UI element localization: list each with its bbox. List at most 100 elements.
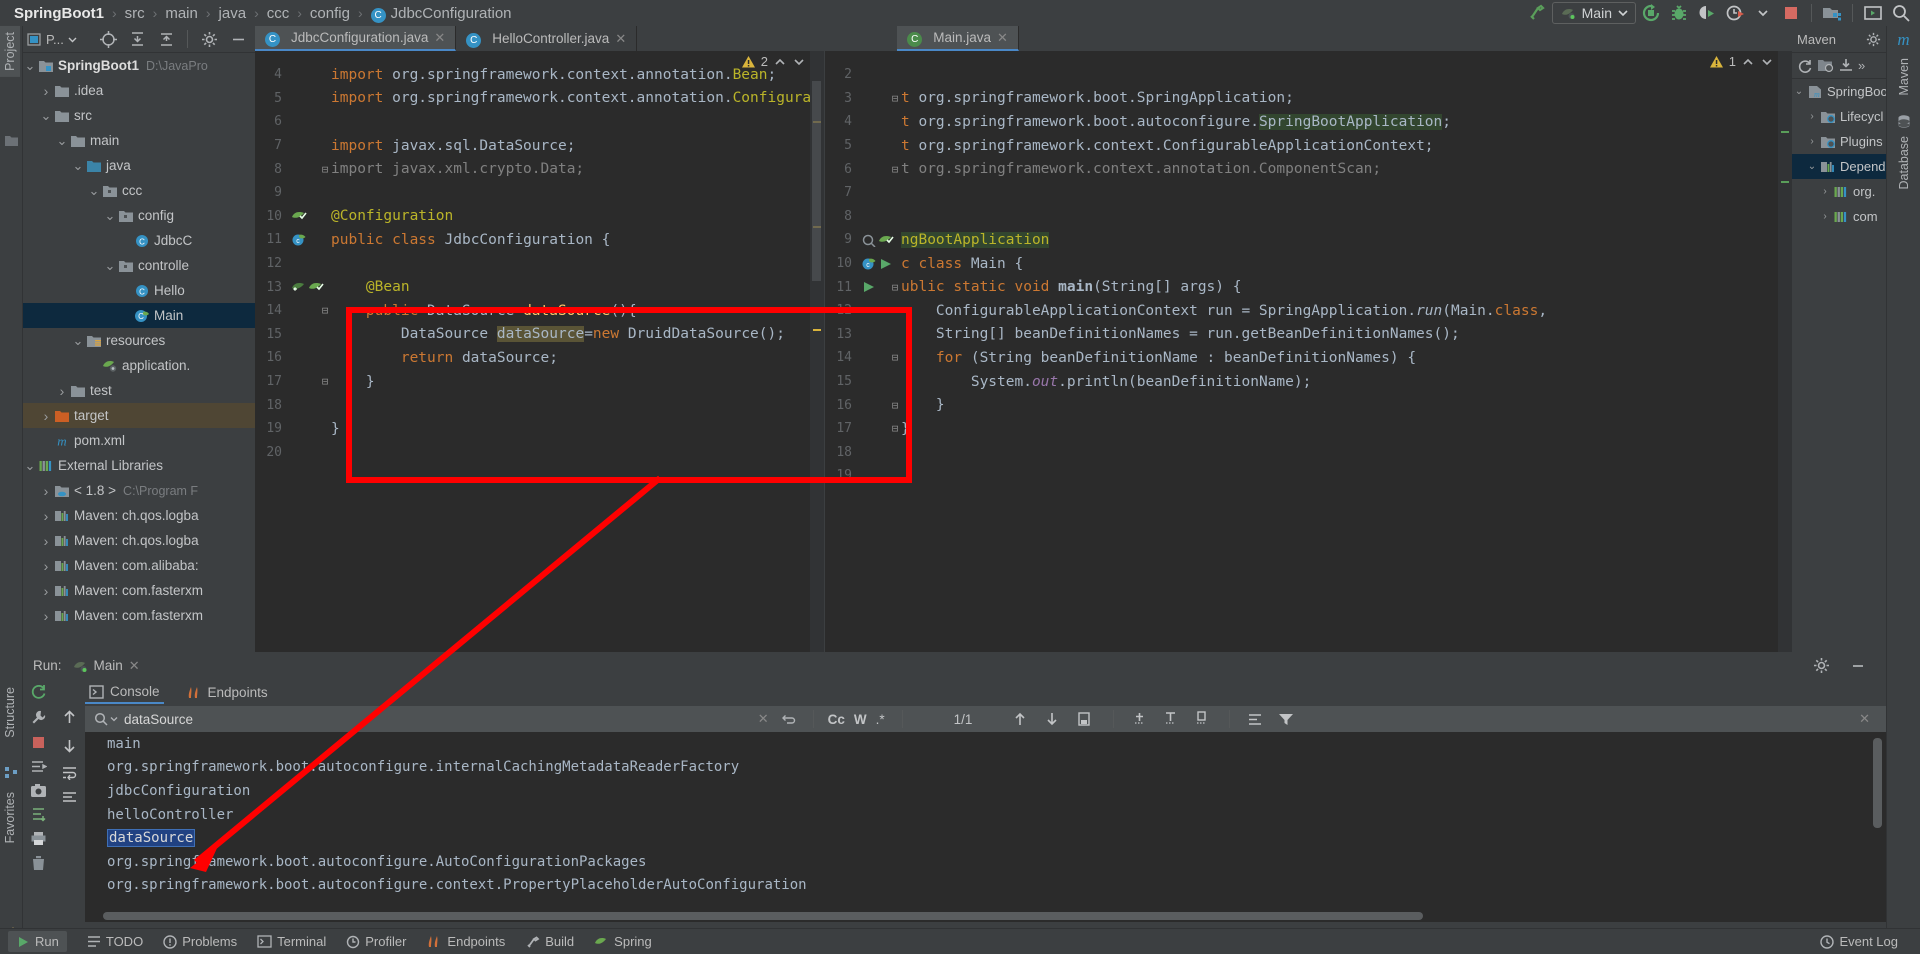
tab-console[interactable]: Console (85, 681, 164, 704)
maven-tree[interactable]: ⌄ m SpringBoo › Lifecycl › Plugins ⌄ Depend › org.… (1792, 79, 1886, 652)
stop-red-icon[interactable] (31, 735, 46, 750)
project-structure-icon[interactable] (1819, 1, 1845, 25)
close-icon[interactable]: ✕ (615, 31, 626, 47)
console-line[interactable]: main (85, 732, 1886, 756)
tree-node-maven-com-fasterxm[interactable]: › Maven: com.fasterxm (23, 578, 255, 603)
build-hammer-icon[interactable] (1524, 1, 1550, 25)
inspection-widget-right[interactable]: 1 (1709, 54, 1774, 69)
expand-all-icon[interactable] (124, 27, 150, 51)
trace-icon[interactable] (30, 759, 47, 774)
maven-node-plugins[interactable]: › Plugins (1792, 129, 1886, 154)
chevron-right-icon[interactable]: › (1805, 111, 1819, 122)
tree-node-src[interactable]: ⌄ src (23, 103, 255, 128)
tree-node-ccc[interactable]: ⌄ ccc (23, 178, 255, 203)
console-line[interactable]: org.springframework.boot.autoconfigure.i… (85, 756, 1886, 780)
scroll-down-icon[interactable] (61, 737, 78, 754)
add-maven-project-icon[interactable] (1817, 58, 1834, 73)
fold-marker[interactable]: ⊟ (889, 422, 901, 435)
chevron-down-icon[interactable] (1750, 1, 1776, 25)
regex-toggle[interactable]: .* (876, 712, 885, 727)
breadcrumb-ccc[interactable]: ccc (267, 5, 290, 22)
close-icon[interactable]: ✕ (997, 30, 1008, 46)
run-icon[interactable] (1638, 1, 1664, 25)
breadcrumb-src[interactable]: src (125, 5, 145, 22)
chevron-right-icon[interactable]: › (1805, 136, 1819, 147)
maven-node-org[interactable]: › org. (1792, 179, 1886, 204)
code-line[interactable]: 17 ⊟} (825, 417, 1792, 441)
console-output[interactable]: main org.springframework.boot.autoconfigu… (85, 732, 1886, 922)
gear-icon[interactable] (1866, 32, 1881, 47)
editor-pane-right[interactable]: 1 2 3 ⊟ t org.springframework.boot.SpringAp… (825, 51, 1792, 652)
maven-node-depend[interactable]: ⌄ Depend (1792, 154, 1886, 179)
tree-node-target[interactable]: › target (23, 403, 255, 428)
run-with-coverage-icon[interactable] (1694, 1, 1720, 25)
bean-nav-icon[interactable] (291, 280, 307, 294)
tree-node-hello[interactable]: C Hello (23, 278, 255, 303)
sidebar-tab-database[interactable]: Database (1894, 130, 1914, 196)
breadcrumb-project[interactable]: SpringBoot1 (14, 5, 104, 22)
history-icon[interactable] (781, 713, 796, 726)
code-line[interactable]: 15 System.out.println(beanDefinitionName… (825, 370, 1792, 394)
chevron-right-icon[interactable]: › (39, 408, 53, 424)
tree-node-application[interactable]: application. (23, 353, 255, 378)
sidebar-tab-structure[interactable]: Structure (0, 681, 20, 744)
console-line[interactable]: helloController (85, 803, 1886, 827)
code-line[interactable]: 18 (255, 393, 824, 417)
console-hscrollbar[interactable] (103, 912, 1423, 920)
code-line[interactable]: 11 ⊟ ublic static void main(String[] args)… (825, 275, 1792, 299)
gutter-icons[interactable] (289, 209, 319, 223)
close-search-icon[interactable]: ✕ (1859, 711, 1870, 727)
chevron-down-icon[interactable]: ⌄ (23, 458, 37, 474)
code-line[interactable]: 5 t org.springframework.context.Configura… (825, 134, 1792, 158)
arrow-up-icon[interactable] (1012, 711, 1028, 727)
soft-wrap-icon[interactable] (1131, 711, 1148, 727)
tree-node-jdbcc[interactable]: C JdbcC (23, 228, 255, 253)
project-panel-title-group[interactable]: P... (27, 32, 77, 47)
rerun-icon[interactable] (30, 683, 47, 700)
tree-node-main[interactable]: C Main (23, 303, 255, 328)
delete-icon[interactable] (31, 855, 46, 871)
chevron-down-icon[interactable]: ⌄ (55, 133, 69, 149)
status-item-endpoints[interactable]: Endpoints (426, 934, 505, 949)
tree-node-test[interactable]: › test (23, 378, 255, 403)
status-item-spring[interactable]: Spring (594, 934, 652, 949)
spring-bean-icon[interactable] (308, 280, 324, 294)
project-tree[interactable]: ⌄ SpringBoot1 D:\JavaPro › .idea ⌄ src ⌄ main ⌄ ja… (23, 53, 255, 652)
editor-tab-main[interactable]: C Main.java ✕ (897, 26, 1019, 51)
console-line[interactable]: org.springframework.boot.autoconfigure.c… (85, 874, 1886, 898)
code-line[interactable]: 6 ⊟ t org.springframework.context.annotati… (825, 157, 1792, 181)
code-line[interactable]: 16 ⊟ } (825, 393, 1792, 417)
select-all-icon[interactable] (1076, 711, 1092, 727)
code-line[interactable]: 12 (255, 252, 824, 276)
chevron-down-icon[interactable]: ⌄ (103, 258, 117, 274)
more-icon[interactable]: » (1858, 58, 1865, 73)
tree-node-external-libraries[interactable]: ⌄ External Libraries (23, 453, 255, 478)
arrow-down-icon[interactable] (1044, 711, 1060, 727)
tree-node-controlle[interactable]: ⌄ controlle (23, 253, 255, 278)
code-line[interactable]: 16 return dataSource; (255, 346, 824, 370)
fold-marker[interactable]: ⊟ (319, 304, 331, 317)
tree-node-java[interactable]: ⌄ java (23, 153, 255, 178)
gear-icon[interactable] (196, 27, 222, 51)
chevron-down-icon[interactable]: ⌄ (71, 158, 85, 174)
spring-bean-icon[interactable] (291, 209, 307, 223)
breadcrumb-main[interactable]: main (165, 5, 198, 22)
search-input[interactable]: dataSource (124, 712, 193, 727)
debug-icon[interactable] (1666, 1, 1692, 25)
editor-pane-left[interactable]: 2 4 import org.springframework.context.an… (255, 51, 825, 652)
console-line[interactable]: org.springframework.boot.autoconfigure.A… (85, 850, 1886, 874)
chevron-down-icon[interactable]: ⌄ (1805, 161, 1819, 172)
gutter-icons[interactable] (289, 280, 324, 294)
soft-wrap-icon[interactable] (61, 765, 78, 780)
code-line[interactable]: 6 (255, 110, 824, 134)
code-line[interactable]: 13 String[] beanDefinitionNames = run.ge… (825, 323, 1792, 347)
stop-icon[interactable] (1778, 1, 1804, 25)
console-line[interactable]: jdbcConfiguration (85, 779, 1886, 803)
scroll-end-icon[interactable] (1162, 711, 1179, 727)
search-bean-icon[interactable] (861, 233, 877, 247)
status-item-event-log[interactable]: Event Log (1820, 934, 1898, 949)
collapse-all-icon[interactable] (153, 27, 179, 51)
chevron-down-icon[interactable]: ⌄ (23, 58, 37, 74)
breadcrumb-java[interactable]: java (219, 5, 247, 22)
console-line[interactable]: dataSource (85, 826, 1886, 850)
